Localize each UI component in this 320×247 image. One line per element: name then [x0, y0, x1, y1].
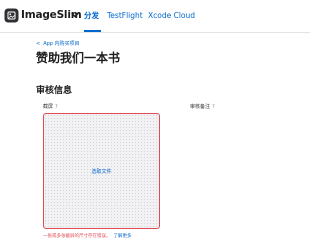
- screenshot-field-label: 截屏?: [43, 103, 58, 111]
- image-slim-logo-icon: [4, 8, 19, 23]
- notes-field-label: 审核备注?: [190, 103, 215, 111]
- tab-xcode-cloud[interactable]: Xcode Cloud: [148, 10, 195, 22]
- chevron-down-icon[interactable]: [70, 9, 80, 21]
- top-navigation-bar: ImageSlim 分发 TestFlight Xcode Cloud: [0, 0, 310, 32]
- back-link[interactable]: < App 内购买项目: [36, 40, 80, 48]
- notes-label: 审核备注: [190, 104, 211, 110]
- tab-distribution[interactable]: 分发: [84, 10, 99, 22]
- tab-testflight[interactable]: TestFlight: [107, 10, 143, 22]
- back-link-label: App 内购买项目: [43, 41, 80, 47]
- page-title: 赞助我们一本书: [36, 51, 121, 65]
- header-divider: [0, 32, 310, 33]
- section-title: 审核信息: [36, 86, 73, 96]
- chevron-left-icon: <: [36, 41, 41, 47]
- screenshot-error-message: 一张或多张截屏的尺寸存在错误。 了解更多: [43, 233, 132, 240]
- learn-more-link[interactable]: 了解更多: [114, 234, 132, 239]
- choose-file-button[interactable]: 选取文件: [44, 168, 159, 176]
- error-text: 一张或多张截屏的尺寸存在错误。: [43, 234, 111, 239]
- help-icon[interactable]: ?: [55, 104, 58, 110]
- screenshot-label: 截屏: [43, 104, 54, 110]
- help-icon[interactable]: ?: [212, 104, 215, 110]
- screenshot-upload-dropzone[interactable]: 选取文件: [43, 113, 160, 229]
